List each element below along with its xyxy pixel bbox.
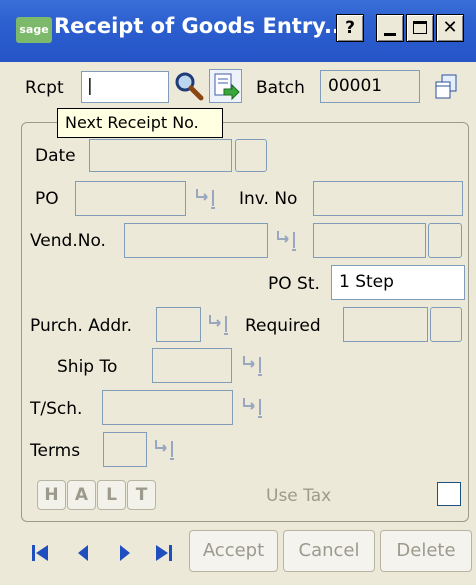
next-icon — [120, 545, 130, 561]
terms-input[interactable] — [103, 432, 147, 467]
po-st-label: PO St. — [268, 274, 320, 294]
required-calendar-button[interactable] — [430, 307, 462, 342]
terms-label: Terms — [30, 441, 81, 461]
close-icon: ✕ — [442, 17, 458, 38]
lookup-icon — [243, 398, 262, 418]
batch-window-button[interactable] — [432, 72, 460, 102]
ship-to-lookup-button[interactable] — [238, 353, 266, 379]
inv-no-label: Inv. No — [239, 189, 298, 209]
maximize-button[interactable] — [406, 14, 434, 42]
date-label: Date — [35, 146, 76, 166]
search-button[interactable] — [172, 70, 204, 102]
halt-button-l[interactable]: L — [97, 480, 126, 510]
accept-button[interactable]: Accept — [189, 530, 278, 572]
vendor-detail-button[interactable] — [428, 223, 462, 258]
last-icon — [156, 545, 172, 561]
inv-no-input[interactable] — [313, 181, 463, 216]
tsch-input[interactable] — [102, 390, 233, 425]
minimize-button[interactable] — [376, 14, 404, 42]
batch-input[interactable]: 00001 — [320, 70, 420, 103]
tooltip: Next Receipt No. — [57, 108, 223, 138]
lookup-icon — [243, 356, 262, 376]
batch-label: Batch — [256, 78, 305, 98]
lookup-icon — [155, 440, 174, 460]
purch-addr-lookup-button[interactable] — [204, 312, 232, 338]
magnifier-icon — [175, 72, 204, 101]
next-record-button[interactable] — [112, 541, 138, 565]
previous-icon — [78, 545, 88, 561]
date-input[interactable] — [89, 139, 232, 172]
minimize-icon — [384, 33, 396, 36]
copy-windows-icon — [435, 74, 457, 99]
next-receipt-button[interactable] — [209, 69, 242, 103]
close-button[interactable]: ✕ — [436, 14, 464, 42]
halt-button-a[interactable]: A — [67, 480, 96, 510]
first-icon — [32, 545, 48, 561]
vendor-name-field — [313, 223, 426, 258]
po-lookup-button[interactable] — [191, 186, 219, 212]
last-record-button[interactable] — [150, 541, 176, 565]
sage-logo: sage — [16, 17, 52, 43]
next-number-icon — [214, 73, 240, 101]
purch-addr-input[interactable] — [156, 307, 201, 342]
rcpt-label: Rcpt — [25, 78, 64, 98]
delete-button[interactable]: Delete — [380, 530, 472, 572]
terms-lookup-button[interactable] — [150, 437, 178, 463]
previous-record-button[interactable] — [70, 541, 96, 565]
ship-to-label: Ship To — [57, 357, 118, 377]
date-calendar-button[interactable] — [235, 139, 267, 172]
halt-button-h[interactable]: H — [37, 480, 66, 510]
vend-no-label: Vend.No. — [30, 231, 106, 251]
halt-button-t[interactable]: T — [127, 480, 156, 510]
maximize-icon — [413, 21, 427, 34]
window-title: Receipt of Goods Entry... — [54, 14, 348, 38]
vend-no-input[interactable] — [124, 223, 268, 258]
cancel-button[interactable]: Cancel — [283, 530, 375, 572]
po-status-select[interactable]: 1 Step — [331, 265, 465, 300]
lookup-icon — [277, 231, 296, 251]
tsch-label: T/Sch. — [30, 399, 83, 419]
use-tax-checkbox[interactable] — [437, 482, 461, 506]
purch-addr-label: Purch. Addr. — [30, 316, 133, 336]
lookup-icon — [196, 189, 215, 209]
vendor-lookup-button[interactable] — [272, 228, 300, 254]
help-button[interactable]: ? — [336, 14, 364, 42]
po-input[interactable] — [75, 181, 186, 216]
po-label: PO — [35, 189, 59, 209]
rcpt-input[interactable]: | — [81, 71, 169, 103]
lookup-icon — [209, 315, 228, 335]
use-tax-label: Use Tax — [266, 486, 332, 506]
required-date-input[interactable] — [343, 307, 428, 342]
required-label: Required — [245, 316, 321, 336]
tsch-lookup-button[interactable] — [238, 395, 266, 421]
first-record-button[interactable] — [28, 541, 54, 565]
ship-to-input[interactable] — [152, 348, 232, 383]
